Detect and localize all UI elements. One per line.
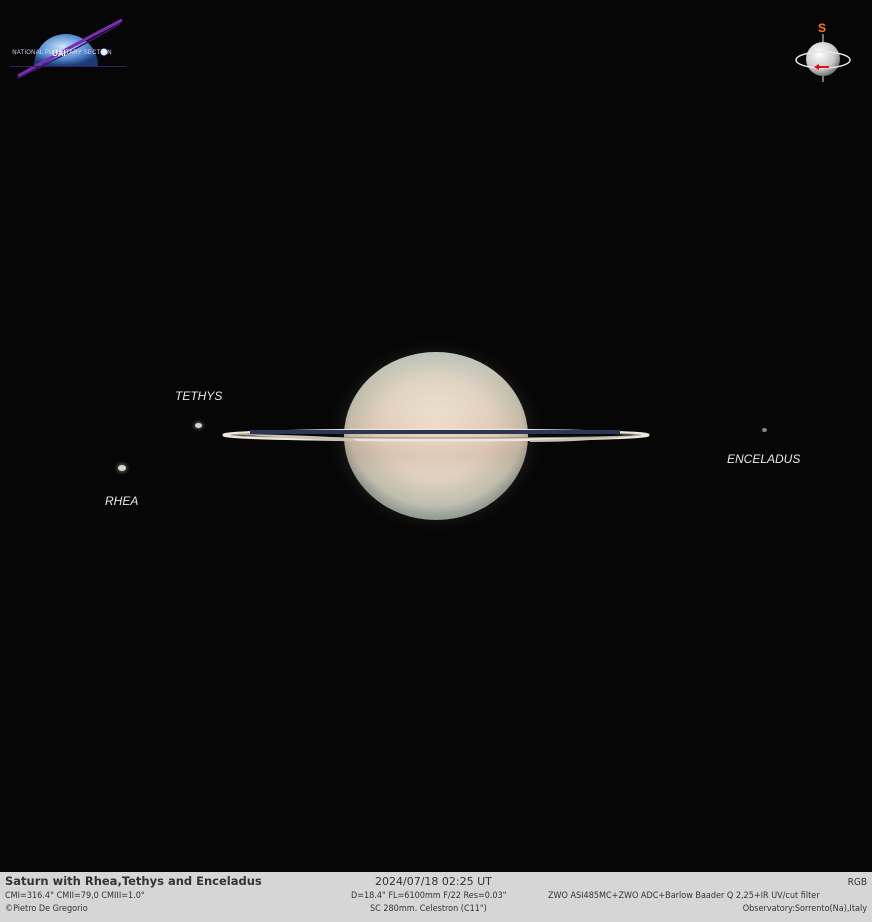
tethys-moon	[195, 423, 202, 428]
author-credit: ©Pietro De Gregorio	[5, 904, 88, 914]
enceladus-moon	[762, 428, 767, 432]
image-info-footer: Saturn with Rhea,Tethys and Enceladus CM…	[0, 872, 872, 922]
optical-parameters: D=18.4" FL=6100mm F/22 Res=0.03"	[351, 891, 507, 901]
camera-setup: ZWO ASI485MC+ZWO ADC+Barlow Baader Q 2,2…	[548, 891, 820, 901]
logo-organization: NATIONAL PLANETARY SECTION	[12, 50, 112, 56]
tethys-label: TETHYS	[175, 389, 223, 403]
rhea-label: RHEA	[105, 494, 139, 508]
rhea-moon	[118, 465, 126, 471]
telescope-info: SC 280mm. Celestron (C11")	[370, 904, 487, 914]
compass-south-label: S	[818, 21, 827, 35]
saturn-planet	[222, 336, 650, 536]
observatory-location: Observatory:Sorrento(Na),Italy	[742, 904, 867, 914]
observation-datetime: 2024/07/18 02:25 UT	[375, 875, 492, 888]
color-mode: RGB	[847, 877, 867, 888]
enceladus-label: ENCELADUS	[727, 452, 801, 466]
central-meridian-info: CMI=316.4° CMII=79,0 CMIII=1.0°	[5, 891, 145, 901]
image-title: Saturn with Rhea,Tethys and Enceladus	[5, 874, 262, 888]
